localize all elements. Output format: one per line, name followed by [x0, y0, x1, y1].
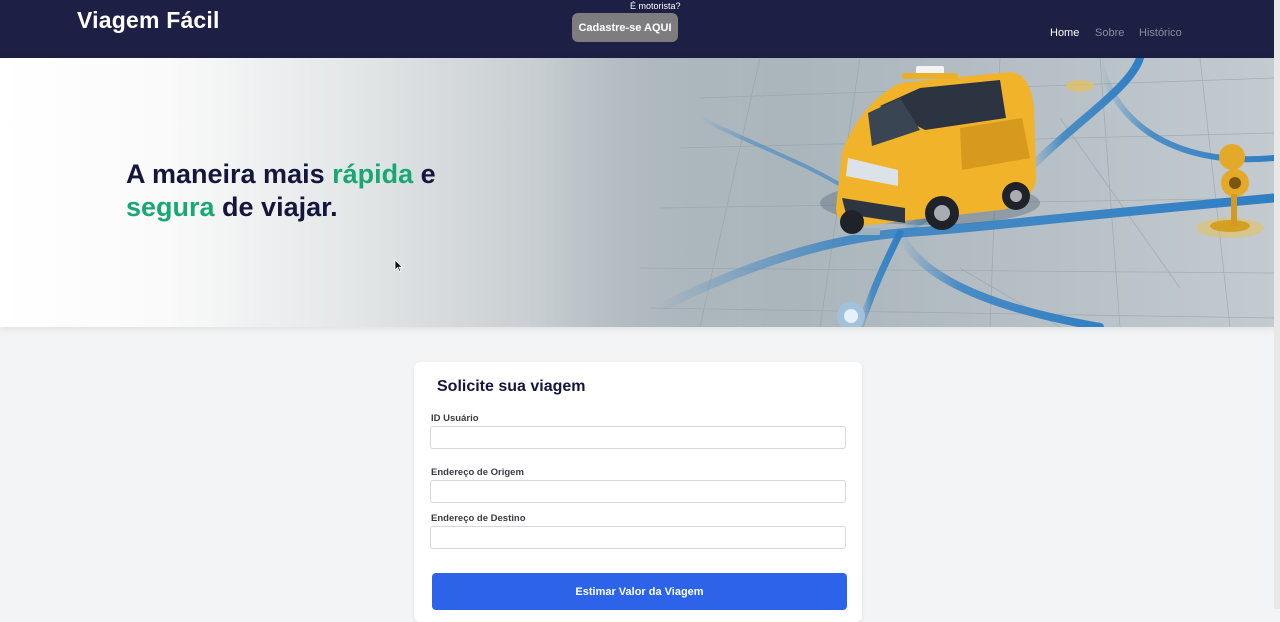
page-scrollbar[interactable]: [1274, 0, 1280, 609]
origin-address-input[interactable]: [430, 480, 846, 503]
hero-line2-suffix: de viajar.: [214, 192, 338, 222]
ride-request-card: Solicite sua viagem ID Usuário Endereço …: [414, 362, 862, 622]
brand-logo[interactable]: Viagem Fácil: [77, 7, 220, 34]
driver-question: É motorista?: [630, 1, 681, 11]
hero-accent-safe: segura: [126, 192, 215, 222]
destination-address-label: Endereço de Destino: [431, 513, 526, 524]
mouse-cursor-icon: [394, 259, 404, 273]
hero-headline: A maneira mais rápida e segura de viajar…: [126, 158, 436, 224]
nav-about-link[interactable]: Sobre: [1095, 27, 1124, 39]
hero-accent-fast: rápida: [332, 159, 414, 189]
driver-signup-button[interactable]: Cadastre-se AQUI: [572, 13, 678, 42]
hero-line1-suffix: e: [413, 159, 436, 189]
estimate-fare-button[interactable]: Estimar Valor da Viagem: [432, 573, 847, 610]
hero-banner: A maneira mais rápida e segura de viajar…: [0, 58, 1274, 327]
form-title: Solicite sua viagem: [437, 378, 586, 395]
destination-address-input[interactable]: [430, 526, 846, 549]
user-id-input[interactable]: [430, 426, 846, 449]
top-navbar: Viagem Fácil É motorista? Cadastre-se AQ…: [0, 0, 1274, 58]
user-id-label: ID Usuário: [431, 413, 479, 424]
nav-home-link[interactable]: Home: [1050, 27, 1079, 39]
nav-history-link[interactable]: Histórico: [1139, 27, 1182, 39]
origin-address-label: Endereço de Origem: [431, 467, 524, 478]
hero-line1-prefix: A maneira mais: [126, 159, 333, 189]
